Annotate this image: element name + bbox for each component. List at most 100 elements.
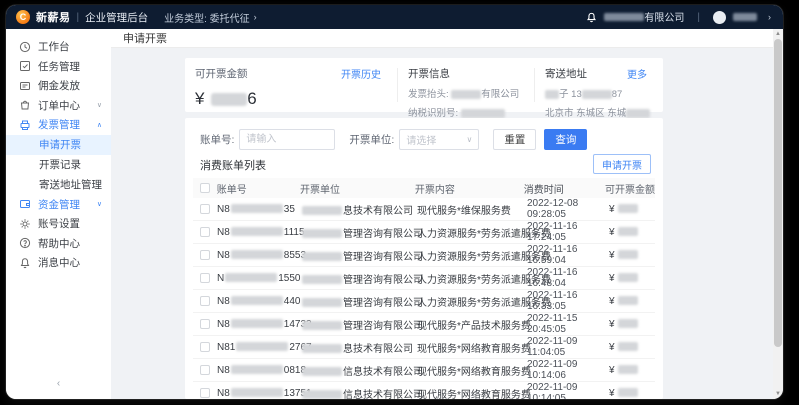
task-icon: [19, 60, 31, 72]
table-row: N88553 管理咨询有限公司 人力资源服务*劳务派遣服务费 2022-11-1…: [193, 244, 655, 267]
sidebar-item-workbench[interactable]: 工作台: [6, 37, 111, 57]
table-row: N81115 管理咨询有限公司 人力资源服务*劳务派遣服务费 2022-11-1…: [193, 221, 655, 244]
reset-button[interactable]: 重置: [493, 129, 536, 150]
invoice-content-cell: 人力资源服务*劳务派遣服务费: [417, 248, 527, 263]
sidebar-subitem-address-mgmt[interactable]: 寄送地址管理: [6, 175, 111, 195]
col-invoice-unit: 开票单位: [300, 181, 415, 196]
sidebar-subitem-apply-invoice[interactable]: 申请开票: [6, 135, 111, 155]
bill-no-cell: N813751: [217, 388, 301, 399]
invoice-unit-select[interactable]: 请选择 ∨: [399, 129, 479, 150]
chevron-up-icon: ∧: [97, 121, 102, 129]
select-all-checkbox[interactable]: [200, 183, 210, 193]
scrollbar-down-arrow-icon[interactable]: ▼: [773, 389, 783, 399]
invoice-content-cell: 人力资源服务*劳务派遣服务费: [417, 225, 527, 240]
row-checkbox[interactable]: [200, 204, 210, 214]
consume-time-cell: 2022-11-16 16:59:04: [527, 244, 609, 266]
table-row: N835 息技术有限公司 现代服务*维保服务费 2022-12-08 09:28…: [193, 198, 655, 221]
address-line: 北京市 东城区 东城: [545, 105, 653, 119]
amount-cell: ¥: [609, 319, 655, 330]
chevron-down-icon: ∨: [97, 200, 102, 208]
navbar-divider: |: [77, 12, 80, 23]
bill-no-cell: N81115: [217, 227, 301, 238]
page-title-bar: 申请开票: [111, 29, 783, 48]
invoice-content-cell: 现代服务*网络教育服务费: [417, 340, 527, 355]
wallet-icon: [19, 198, 31, 210]
company-name-redacted[interactable]: 有限公司: [604, 8, 684, 26]
row-checkbox[interactable]: [200, 227, 210, 237]
bill-no-cell: N1550: [217, 273, 301, 284]
chevron-down-icon: ∨: [97, 101, 102, 109]
list-header: 消费账单列表 申请开票: [185, 156, 663, 174]
row-checkbox[interactable]: [200, 296, 210, 306]
filter-row: 账单号: 开票单位: 请选择 ∨ 重置 查询: [185, 118, 663, 150]
consume-time-cell: 2022-11-09 10:14:06: [527, 359, 609, 381]
amount-cell: ¥: [609, 365, 655, 376]
question-circle-icon: [19, 237, 31, 249]
invoice-content-cell: 人力资源服务*劳务派遣服务费: [417, 271, 527, 286]
clock-icon: [19, 41, 31, 53]
scrollbar-up-arrow-icon[interactable]: ▲: [773, 29, 783, 39]
search-button[interactable]: 查询: [544, 129, 587, 150]
amount-cell: ¥: [609, 250, 655, 261]
invoiceable-amount-value: ¥ 6: [195, 89, 387, 109]
row-checkbox[interactable]: [200, 388, 210, 398]
row-checkbox[interactable]: [200, 365, 210, 375]
bill-no-cell: N812767: [217, 342, 301, 353]
consume-time-cell: 2022-11-15 20:45:05: [527, 313, 609, 335]
more-link[interactable]: 更多: [627, 66, 647, 81]
invoice-unit-cell: 管理咨询有限公司: [301, 317, 417, 332]
invoice-content-cell: 现代服务*维保服务费: [417, 202, 527, 217]
sidebar-item-funds-mgmt[interactable]: 资金管理 ∨: [6, 195, 111, 215]
business-type-chevron-icon[interactable]: ›: [254, 12, 257, 22]
app-title: 企业管理后台: [85, 10, 148, 25]
invoice-content-cell: 人力资源服务*劳务派遣服务费: [417, 294, 527, 309]
col-invoice-content: 开票内容: [415, 181, 524, 196]
row-checkbox[interactable]: [200, 273, 210, 283]
invoice-history-link[interactable]: 开票历史: [341, 66, 381, 81]
bill-no-cell: N88553: [217, 250, 301, 261]
user-name-redacted[interactable]: [733, 13, 757, 21]
invoice-content-cell: 现代服务*网络教育服务费: [417, 363, 527, 378]
invoice-content-cell: 现代服务*网络教育服务费: [417, 386, 527, 400]
bill-no-cell: N835: [217, 204, 301, 215]
invoice-unit-cell: 息技术有限公司: [301, 340, 417, 355]
invoice-content-cell: 现代服务*产品技术服务费: [417, 317, 527, 332]
business-type-label[interactable]: 业务类型: 委托代征: [164, 10, 250, 25]
table-row: N812767 息技术有限公司 现代服务*网络教育服务费 2022-11-09 …: [193, 336, 655, 359]
row-checkbox[interactable]: [200, 250, 210, 260]
shipping-address-title: 寄送地址: [545, 66, 587, 81]
bill-no-cell: N814733: [217, 319, 301, 330]
vertical-scrollbar[interactable]: ▲ ▼: [773, 29, 783, 399]
sidebar-item-message-center[interactable]: 消息中心: [6, 253, 111, 273]
bill-no-cell: N8440: [217, 296, 301, 307]
invoiceable-amount-label: 可开票金额: [195, 66, 248, 81]
sidebar-item-tasks[interactable]: 任务管理: [6, 57, 111, 77]
amount-cell: ¥: [609, 204, 655, 215]
notification-bell-icon[interactable]: [586, 12, 597, 23]
invoice-header-line: 发票抬头: 有限公司: [408, 86, 524, 100]
consume-time-cell: 2022-11-16 17:24:05: [527, 221, 609, 243]
table-row: N814733 管理咨询有限公司 现代服务*产品技术服务费 2022-11-15…: [193, 313, 655, 336]
invoice-unit-cell: 息技术有限公司: [301, 202, 417, 217]
sidebar-item-commission[interactable]: 佣金发放: [6, 76, 111, 96]
row-checkbox[interactable]: [200, 342, 210, 352]
summary-card: 可开票金额 开票历史 ¥ 6 开票信息 发票抬头: 有限公司 纳税识别号: 寄送…: [185, 58, 663, 112]
invoice-info-title: 开票信息: [408, 66, 450, 81]
tax-id-line: 纳税识别号:: [408, 105, 524, 119]
sidebar-item-orders[interactable]: 订单中心 ∨: [6, 96, 111, 116]
bill-no-input[interactable]: [239, 129, 335, 150]
row-checkbox[interactable]: [200, 319, 210, 329]
col-consume-time: 消费时间: [524, 181, 605, 196]
sidebar-item-help-center[interactable]: 帮助中心: [6, 234, 111, 254]
sidebar-item-account-settings[interactable]: 账号设置: [6, 214, 111, 234]
brand-logo-icon: C: [16, 10, 30, 24]
sidebar-collapse-icon[interactable]: ‹: [6, 378, 111, 389]
scrollbar-thumb[interactable]: [774, 39, 782, 347]
apply-invoice-button[interactable]: 申请开票: [593, 154, 651, 174]
gear-icon: [19, 218, 31, 230]
sidebar-item-invoice-mgmt[interactable]: 发票管理 ∧: [6, 115, 111, 135]
user-menu-chevron-icon[interactable]: ›: [768, 12, 771, 22]
table-header-row: 账单号 开票单位 开票内容 消费时间 可开票金额: [193, 178, 655, 198]
user-avatar[interactable]: [713, 11, 726, 24]
sidebar-subitem-invoice-records[interactable]: 开票记录: [6, 155, 111, 175]
